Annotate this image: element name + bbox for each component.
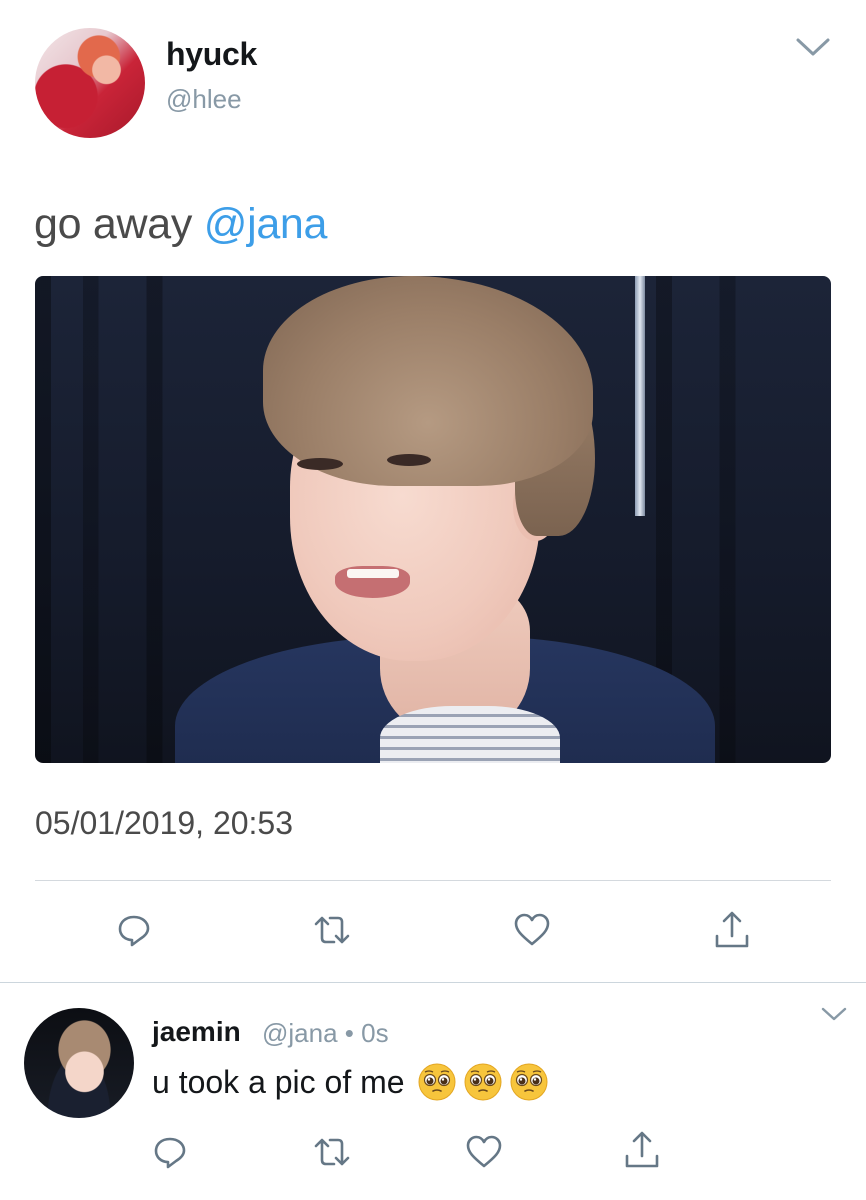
reply-icon[interactable] [150,1132,190,1172]
heart-icon[interactable] [512,910,552,950]
tweet-timestamp: 05/01/2019, 20:53 [35,805,294,841]
pleading-face-emoji [510,1063,548,1101]
chevron-down-icon[interactable] [820,1006,848,1022]
tweet-photo[interactable] [35,276,831,763]
reply-icon[interactable] [114,910,154,950]
share-icon[interactable] [622,1130,662,1170]
heart-icon[interactable] [464,1132,504,1172]
retweet-icon[interactable] [312,910,352,950]
mention-link[interactable]: @jana [204,200,328,248]
tweet-text-body: go away [34,200,204,248]
author-display-name[interactable]: hyuck [166,36,257,73]
chevron-down-icon[interactable] [795,36,831,58]
reply-author-display-name[interactable]: jaemin [152,1016,241,1048]
divider [35,880,831,881]
meta-separator: • [344,1018,354,1048]
pleading-face-emoji [418,1063,456,1101]
share-icon[interactable] [712,910,752,950]
divider [0,982,866,983]
reply-text: u took a pic of me [152,1062,549,1102]
retweet-icon[interactable] [312,1132,352,1172]
pleading-face-emoji [464,1063,502,1101]
author-avatar[interactable] [35,28,145,138]
reply-author-avatar[interactable] [24,1008,134,1118]
reply-author-handle[interactable]: @jana [262,1018,338,1048]
reply-text-body: u took a pic of me [152,1063,405,1100]
reply-author-meta: @jana • 0s [262,1018,389,1049]
reply-time: 0s [361,1018,389,1048]
author-handle[interactable]: @hlee [166,84,242,115]
tweet-text: go away @jana [34,200,327,249]
